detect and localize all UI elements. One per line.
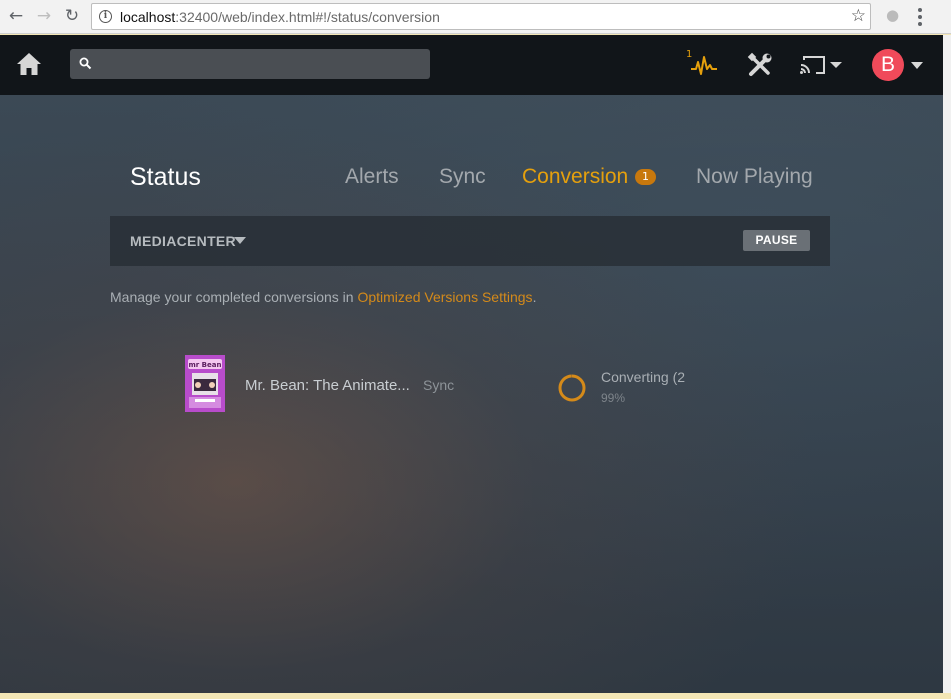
user-avatar[interactable]: B [872,49,904,81]
manage-text-prefix: Manage your completed conversions in [110,289,358,305]
window-bottom-edge [0,693,951,699]
address-bar[interactable]: i localhost:32400/web/index.html#!/statu… [91,3,871,30]
address-url[interactable]: localhost:32400/web/index.html#!/status/… [120,9,440,25]
poster-art: mr Bean [185,355,225,412]
conversion-status: Converting (2 [601,369,686,385]
server-bar: MEDIACENTER PAUSE [110,216,830,266]
url-host: localhost [120,8,176,25]
activity-pulse-icon [691,56,717,75]
site-info-icon[interactable]: i [99,10,112,23]
conversion-row[interactable]: mr Bean Mr. Bean: The Animate... Sync Co… [0,355,943,415]
search-input[interactable] [70,49,430,79]
location-pin-icon[interactable]: ● [886,6,899,24]
cast-icon[interactable] [800,55,842,75]
window-scroll-edge [943,35,951,693]
manage-conversions-text: Manage your completed conversions in Opt… [110,289,536,305]
conversion-type: Sync [423,377,455,393]
bookmark-star-icon[interactable]: ☆ [851,6,866,26]
url-path: :32400/web/index.html#!/status/conversio… [175,8,440,25]
progress-ring [558,374,586,402]
server-selector[interactable]: MEDIACENTER [130,233,236,249]
optimized-versions-settings-link[interactable]: Optimized Versions Settings [357,289,532,305]
back-arrow-icon[interactable]: ← [5,5,27,27]
mr-bean-poster-thumbnail[interactable]: mr Bean [185,355,225,412]
status-tabs: Alerts Sync Conversion 1 Now Playing [0,165,943,195]
tab-alerts[interactable]: Alerts [345,165,399,189]
search-icon [79,57,92,70]
conversion-percent: 99% [601,391,626,405]
tab-conversion[interactable]: Conversion [522,165,628,189]
tab-now-playing[interactable]: Now Playing [696,165,813,189]
conversion-count-badge: 1 [635,169,656,185]
forward-arrow-icon[interactable]: → [33,5,55,27]
conversion-title[interactable]: Mr. Bean: The Animate... [245,377,410,394]
activity-button[interactable]: 1 [686,49,718,78]
app-content: 1 B Status Alerts Sync Conversion 1 Now … [0,35,943,693]
pause-button[interactable]: PAUSE [743,230,810,251]
svg-text:mr Bean: mr Bean [189,361,222,369]
top-nav-bar: 1 B [0,35,943,95]
manage-text-suffix: . [532,289,537,305]
settings-tools-icon[interactable] [747,52,773,78]
browser-toolbar: ← → ↻ i localhost:32400/web/index.html#!… [0,0,951,34]
chevron-down-icon[interactable] [234,237,246,244]
reload-icon[interactable]: ↻ [61,5,83,27]
tab-sync[interactable]: Sync [439,165,486,189]
browser-menu-icon[interactable] [918,8,922,26]
chevron-down-icon[interactable] [911,62,923,69]
home-icon[interactable] [16,52,42,76]
